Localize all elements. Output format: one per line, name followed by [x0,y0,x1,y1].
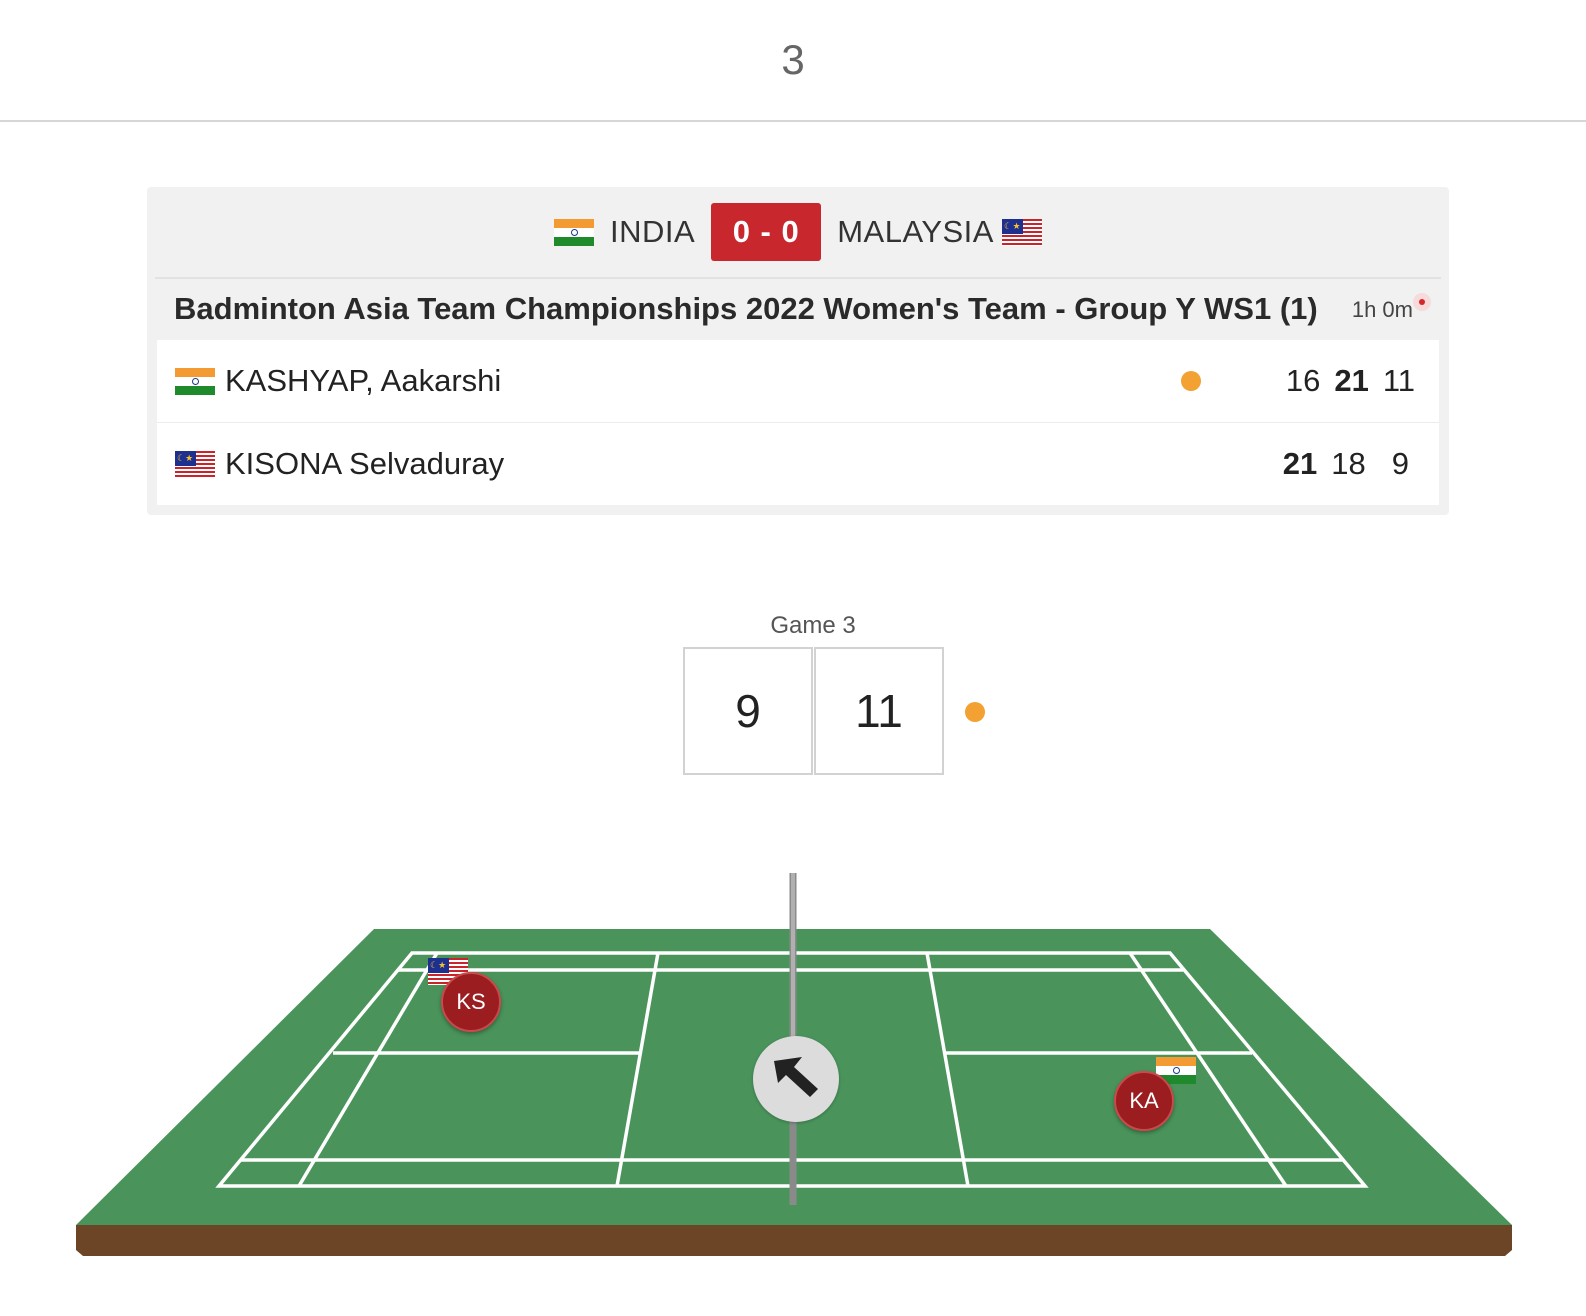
match-card[interactable]: INDIA 0 - 0 MALAYSIA Badminton Asia Team… [147,187,1449,515]
game-score: 18 [1331,446,1366,481]
court-base [76,1225,1512,1256]
game-scores: 21 18 9 [1269,423,1409,505]
player-name: KISONA Selvaduray [225,446,505,481]
team-left: INDIA [554,214,695,250]
player-row: KISONA Selvaduray 21 18 9 [157,423,1439,505]
game-score: 21 [1334,363,1369,398]
match-duration: 1h 0m [1351,297,1413,322]
team-right: MALAYSIA [837,214,1042,250]
game-score: 11 [1382,363,1415,398]
shuttle-direction-button[interactable] [753,1036,839,1122]
live-dot-icon [1413,293,1431,311]
tie-score-badge: 0 - 0 [711,203,822,261]
match-title: Badminton Asia Team Championships 2022 W… [174,291,1318,326]
serving-indicator-icon [1181,371,1201,391]
game-score: 9 [1391,446,1409,481]
game-score: 21 [1282,446,1318,481]
flag-malaysia-icon [175,450,215,478]
tie-header: INDIA 0 - 0 MALAYSIA [147,202,1449,262]
player-name: KASHYAP, Aakarshi [225,363,502,398]
player-marker-left[interactable]: KS [441,972,501,1032]
player-marker-right[interactable]: KA [1114,1071,1174,1131]
arrow-up-left-icon [774,1057,818,1097]
team-left-name: INDIA [610,214,696,249]
serving-indicator-icon [965,702,985,722]
current-game-label: Game 3 [770,612,856,639]
header-divider [155,277,1441,279]
flag-malaysia-icon [1001,218,1042,246]
current-score-right: 11 [814,647,944,775]
game-scores: 16 21 11 [1272,340,1415,422]
flag-india-icon [554,218,595,246]
page-heading: 3 [0,0,1586,122]
player-row: KASHYAP, Aakarshi 16 21 11 [157,340,1439,422]
game-score: 16 [1285,363,1321,398]
team-right-name: MALAYSIA [837,214,994,249]
flag-india-icon [175,367,215,395]
current-score-left: 9 [683,647,813,775]
